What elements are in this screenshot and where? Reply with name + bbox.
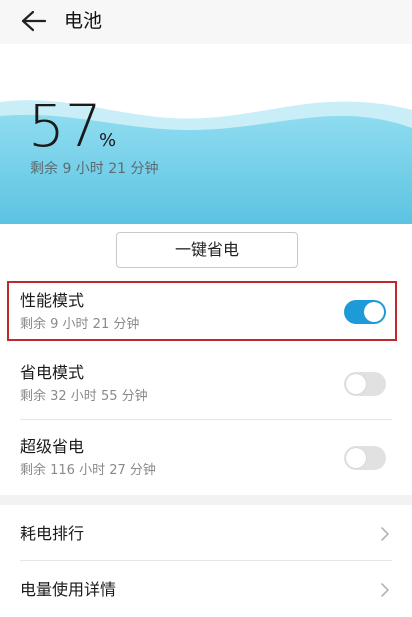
ultra-saving-mode-toggle[interactable]	[344, 446, 386, 470]
battery-status-panel: 57 % 剩余 9 小时 21 分钟	[0, 44, 412, 224]
mode-remaining: 剩余 9 小时 21 分钟	[20, 317, 140, 332]
page-title: 电池	[64, 10, 103, 32]
battery-percentage-unit: %	[99, 130, 117, 151]
mode-row-performance[interactable]: 性能模式 剩余 9 小时 21 分钟	[0, 276, 412, 348]
nav-label: 耗电排行	[20, 524, 85, 543]
performance-mode-toggle[interactable]	[344, 300, 386, 324]
divider	[20, 419, 392, 420]
mode-label: 性能模式	[20, 291, 85, 310]
power-saving-mode-toggle[interactable]	[344, 372, 386, 396]
battery-remaining-time: 剩余 9 小时 21 分钟	[30, 161, 159, 177]
mode-label: 超级省电	[20, 437, 85, 456]
mode-label: 省电模式	[20, 363, 85, 382]
section-gap	[0, 495, 412, 505]
toggle-knob	[346, 448, 366, 468]
one-key-save-button[interactable]: 一键省电	[116, 232, 298, 268]
nav-row-power-ranking[interactable]: 耗电排行	[0, 507, 412, 561]
mode-remaining: 剩余 116 小时 27 分钟	[20, 463, 156, 478]
nav-label: 电量使用详情	[20, 580, 117, 599]
toggle-knob	[364, 302, 384, 322]
arrow-left-icon	[21, 10, 47, 32]
chevron-right-icon	[381, 583, 389, 597]
divider	[20, 560, 392, 561]
mode-remaining: 剩余 32 小时 55 分钟	[20, 389, 148, 404]
chevron-right-icon	[381, 527, 389, 541]
top-app-bar: 电池	[0, 0, 412, 44]
mode-row-power-saving[interactable]: 省电模式 剩余 32 小时 55 分钟	[0, 348, 412, 420]
back-button[interactable]	[20, 9, 48, 33]
toggle-knob	[346, 374, 366, 394]
mode-row-ultra-saving[interactable]: 超级省电 剩余 116 小时 27 分钟	[0, 422, 412, 494]
battery-percentage: 57	[28, 92, 102, 160]
nav-row-usage-details[interactable]: 电量使用详情	[0, 563, 412, 617]
